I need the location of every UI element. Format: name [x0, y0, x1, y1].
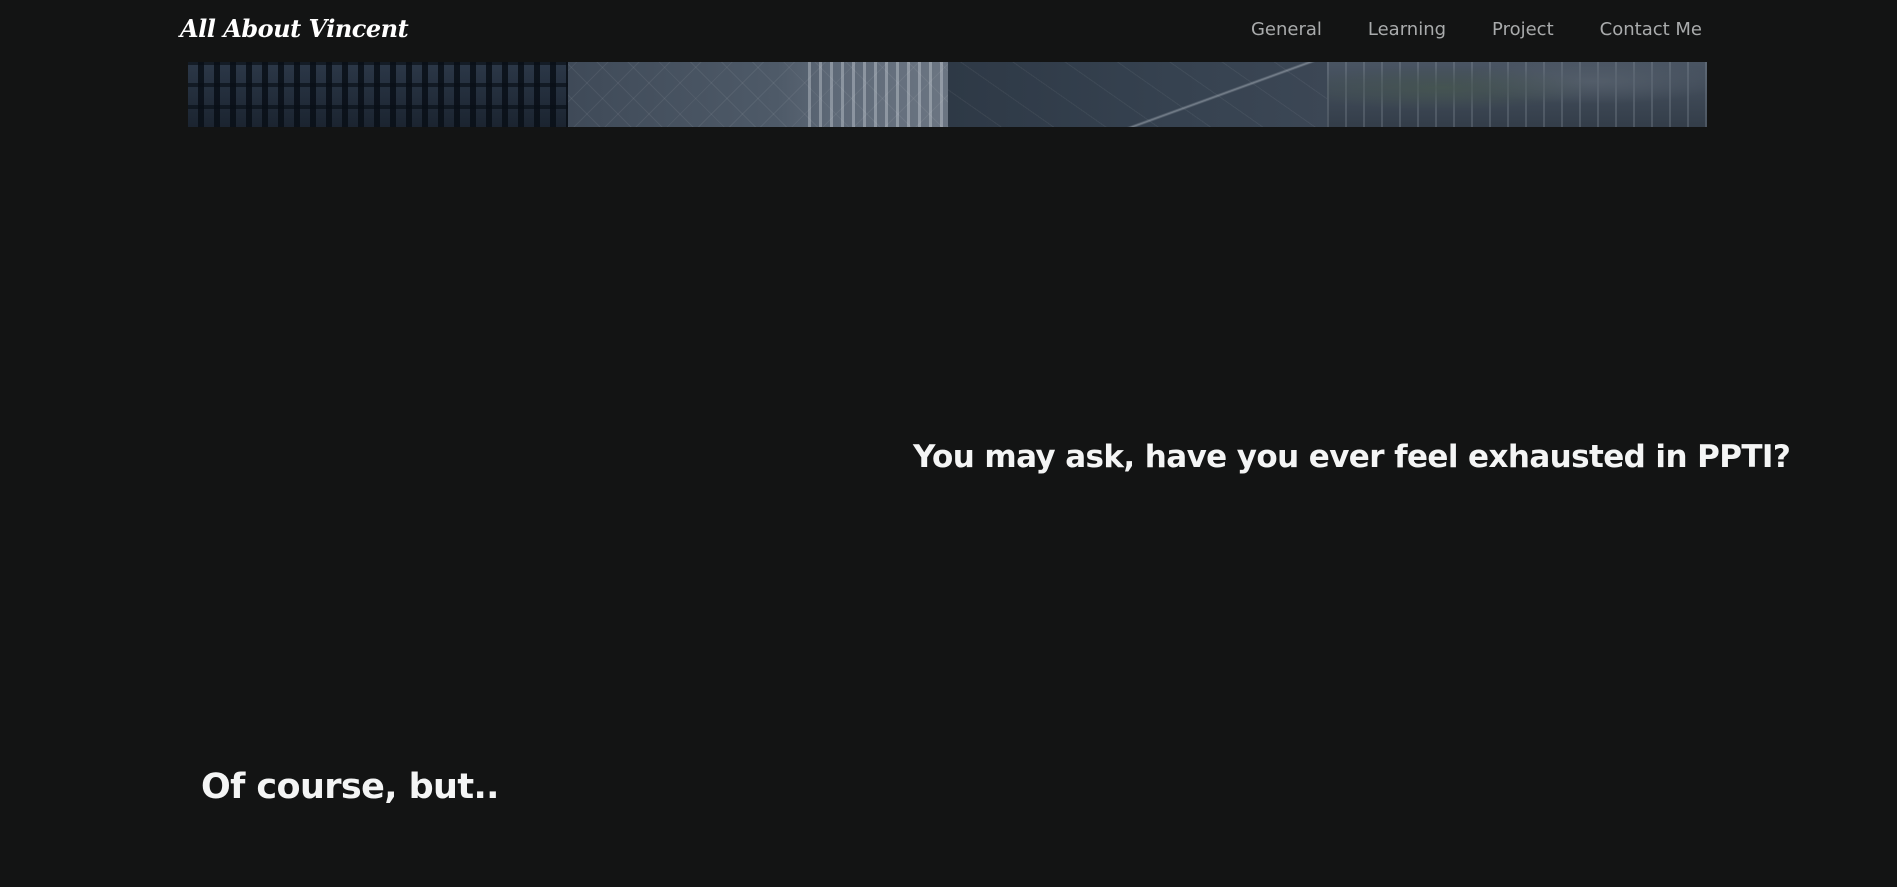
nav-contact-link[interactable]: Contact Me	[1600, 18, 1702, 42]
nav-project-link[interactable]: Project	[1492, 18, 1554, 42]
hero-photo-building-gate	[188, 62, 568, 127]
hero-photo-tiled-floor	[567, 62, 948, 127]
nav-general-link[interactable]: General	[1251, 18, 1322, 42]
hero-photo-strip	[188, 62, 1707, 127]
hero-photo-pavement	[947, 62, 1328, 127]
hero-photo-campus	[1327, 62, 1707, 127]
nav-learning-link[interactable]: Learning	[1368, 18, 1446, 42]
main-nav: General Learning Project Contact Me	[1251, 18, 1702, 42]
navbar: All About Vincent General Learning Proje…	[0, 0, 1897, 62]
brand-logo-link[interactable]: All About Vincent	[180, 14, 409, 43]
answer-heading: Of course, but..	[201, 767, 499, 808]
question-heading: You may ask, have you ever feel exhauste…	[913, 438, 1791, 475]
